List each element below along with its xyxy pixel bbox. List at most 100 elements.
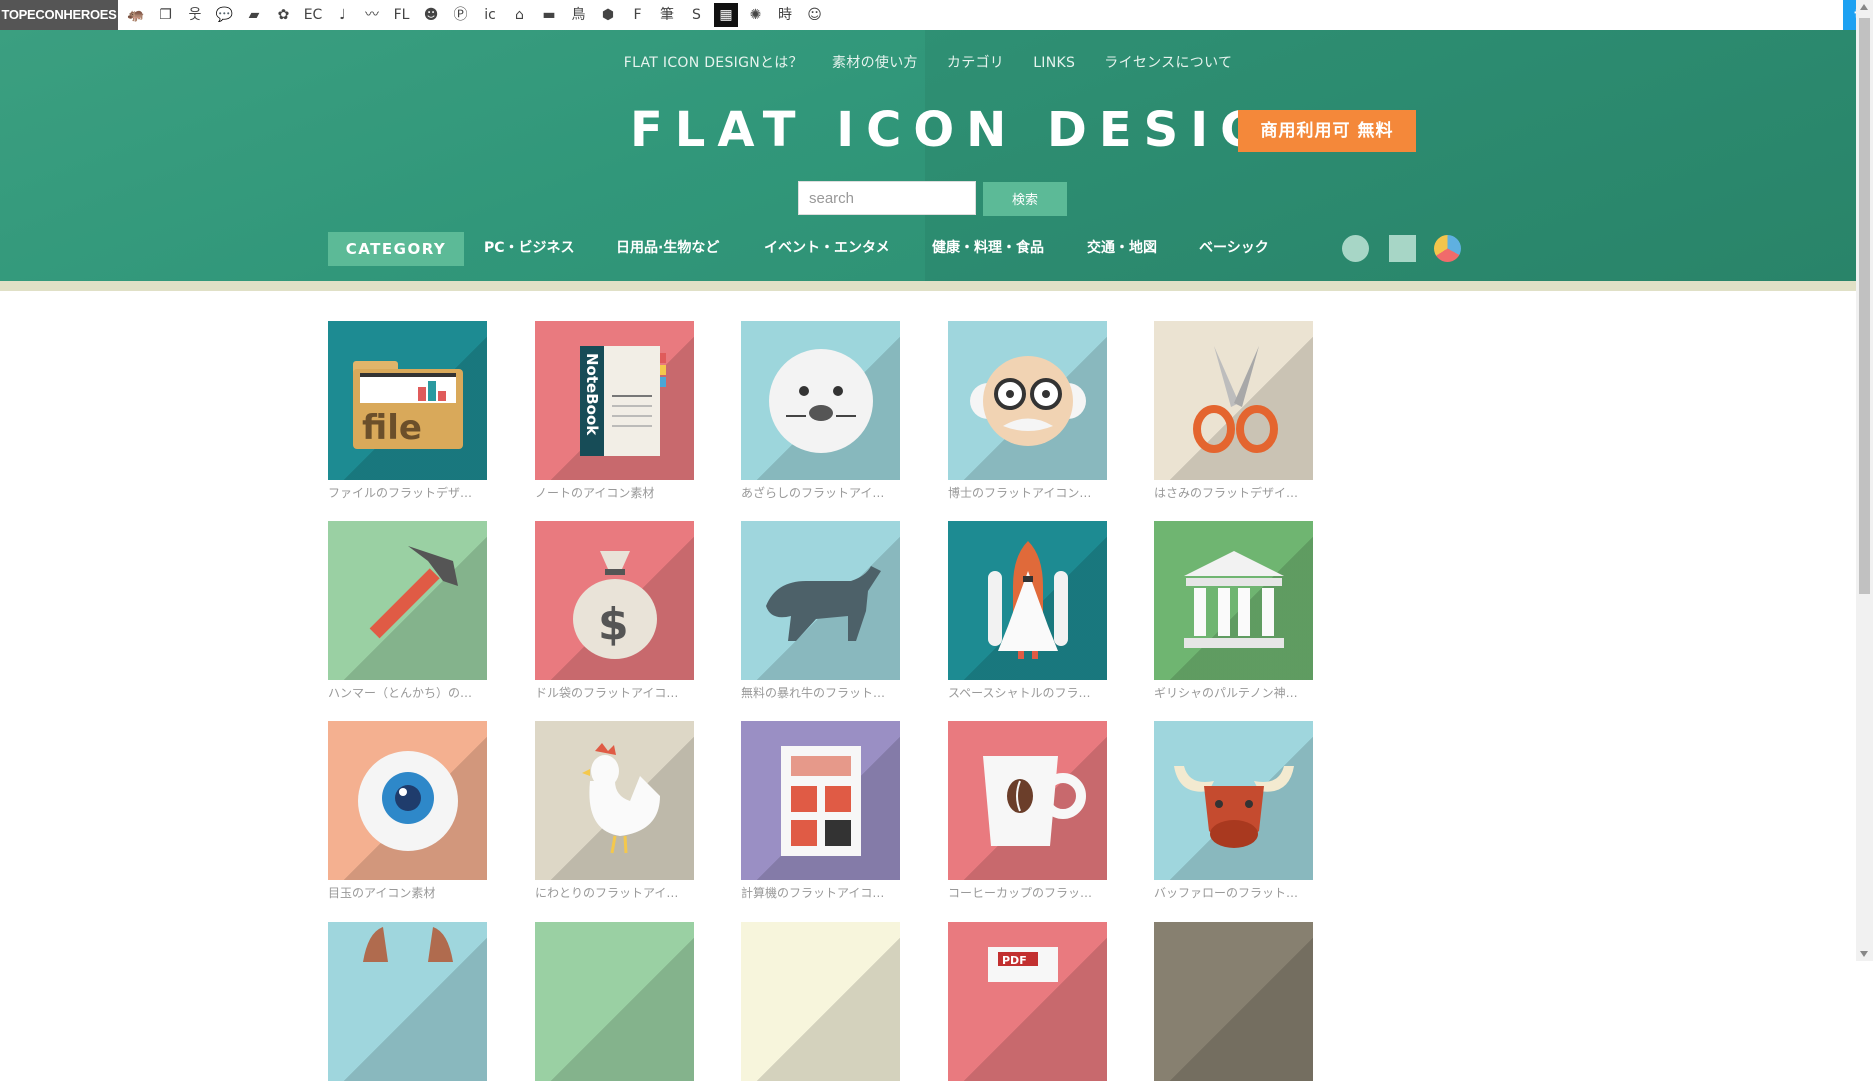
scrollbar-thumb[interactable]: [1859, 18, 1870, 594]
icon-tile[interactable]: [535, 721, 694, 880]
tile-caption[interactable]: バッファローのフラット…: [1154, 885, 1314, 901]
line-icon[interactable]: 〰: [360, 3, 384, 27]
grid-icon[interactable]: ▦: [714, 3, 738, 27]
coffee-cup-icon: [948, 721, 1107, 880]
tile-caption[interactable]: ギリシャのパルテノン神…: [1154, 685, 1314, 701]
tile-caption[interactable]: 博士のフラットアイコン…: [948, 485, 1108, 501]
sofa-icon[interactable]: ▬: [537, 3, 561, 27]
category-daily-goods[interactable]: 日用品·生物など: [616, 238, 719, 258]
tile-caption[interactable]: コーヒーカップのフラッ…: [948, 885, 1108, 901]
partial-icon: [535, 922, 694, 1081]
svg-text:file: file: [362, 408, 422, 448]
face-icon[interactable]: ☺: [803, 3, 827, 27]
search-button[interactable]: 検索: [983, 182, 1067, 216]
tile-caption[interactable]: はさみのフラットデザイ…: [1154, 485, 1314, 501]
flower-icon[interactable]: ✿: [272, 3, 296, 27]
card-icon[interactable]: ▰: [242, 3, 266, 27]
svg-text:$: $: [598, 599, 629, 650]
category-label: CATEGORY: [328, 232, 464, 266]
speech-bubble-icon[interactable]: 💬: [213, 3, 237, 27]
nav-usage[interactable]: 素材の使い方: [832, 52, 918, 72]
search-input[interactable]: [798, 181, 976, 215]
hexagon-icon[interactable]: ⬢: [596, 3, 620, 27]
smiley-icon[interactable]: ☻: [419, 3, 443, 27]
person-icon[interactable]: 웃: [183, 3, 207, 27]
pdf-icon: PDF: [948, 922, 1107, 1081]
tile-caption[interactable]: ハンマー（とんかち）の…: [328, 685, 488, 701]
icon-tile[interactable]: [328, 521, 487, 680]
time-icon[interactable]: 時: [773, 3, 797, 27]
tile-caption[interactable]: ノートのアイコン素材: [535, 485, 695, 501]
commercial-use-badge: 商用利用可 無料: [1238, 110, 1416, 152]
bird-icon[interactable]: 鳥: [567, 3, 591, 27]
site-header: FLAT ICON DESIGNとは？ 素材の使い方 カテゴリ LINKS ライ…: [0, 30, 1856, 281]
flat-icon[interactable]: FL: [390, 3, 414, 27]
calculator-icon: [741, 721, 900, 880]
circle-style-icon[interactable]: [1342, 235, 1369, 262]
bull-icon: [741, 521, 900, 680]
nav-about[interactable]: FLAT ICON DESIGNとは？: [624, 52, 803, 72]
brush-icon[interactable]: 筆: [655, 3, 679, 27]
site-logo[interactable]: FLAT ICON DESIGN: [630, 102, 1324, 158]
icon-tile[interactable]: [948, 321, 1107, 480]
icon-tile[interactable]: [948, 521, 1107, 680]
icon-tile[interactable]: [1154, 321, 1313, 480]
icon-tile[interactable]: [328, 922, 487, 1081]
square-style-icon[interactable]: [1389, 235, 1416, 262]
nav-category[interactable]: カテゴリ: [947, 52, 1004, 72]
color-style-icon[interactable]: [1434, 235, 1461, 262]
tile-caption[interactable]: 無料の暴れ牛のフラット…: [741, 685, 901, 701]
seal-icon: [741, 321, 900, 480]
icon-tile[interactable]: $: [535, 521, 694, 680]
eyeball-icon: [328, 721, 487, 880]
category-transport-map[interactable]: 交通・地図: [1087, 238, 1157, 258]
tile-caption[interactable]: あざらしのフラットアイ…: [741, 485, 901, 501]
tile-caption[interactable]: にわとりのフラットアイ…: [535, 885, 695, 901]
icon-tile[interactable]: file: [328, 321, 487, 480]
icon-tile[interactable]: PDF: [948, 922, 1107, 1081]
icon-tile[interactable]: [741, 521, 900, 680]
icon-tile[interactable]: [741, 721, 900, 880]
category-event-entertainment[interactable]: イベント・エンタメ: [764, 238, 890, 258]
scroll-up-icon[interactable]: [1860, 4, 1868, 10]
nav-links[interactable]: LINKS: [1033, 55, 1075, 71]
copy-icon[interactable]: ❐: [154, 3, 178, 27]
category-basic[interactable]: ベーシック: [1199, 238, 1269, 258]
icon-tile[interactable]: [1154, 922, 1313, 1081]
tile-caption[interactable]: ドル袋のフラットアイコ…: [535, 685, 695, 701]
partial-icon: [741, 922, 900, 1081]
header-divider: [0, 281, 1856, 291]
tile-caption[interactable]: スペースシャトルのフラ…: [948, 685, 1108, 701]
scroll-down-icon[interactable]: [1860, 951, 1868, 957]
category-health-food[interactable]: 健康・料理・食品: [932, 238, 1044, 258]
category-pc-business[interactable]: PC・ビジネス: [484, 238, 575, 258]
icon-tile[interactable]: [948, 721, 1107, 880]
tile-caption[interactable]: 目玉のアイコン素材: [328, 885, 488, 901]
p-icon[interactable]: Ⓟ: [449, 3, 473, 27]
buffalo-icon: [1154, 721, 1313, 880]
nav-license[interactable]: ライセンスについて: [1104, 52, 1232, 72]
f-icon[interactable]: F: [626, 3, 650, 27]
icon-tile[interactable]: NoteBook: [535, 321, 694, 480]
icon-tile[interactable]: [328, 721, 487, 880]
horns-icon: [328, 922, 487, 1081]
ec-icon[interactable]: EC: [301, 3, 325, 27]
icon-tile[interactable]: [1154, 521, 1313, 680]
building-icon[interactable]: ⌂: [508, 3, 532, 27]
icon-text-icon[interactable]: ic: [478, 3, 502, 27]
professor-icon: [948, 321, 1107, 480]
icon-tile[interactable]: [741, 321, 900, 480]
space-shuttle-icon: [948, 521, 1107, 680]
tile-caption[interactable]: 計算機のフラットアイコ…: [741, 885, 901, 901]
topeconheroes-logo[interactable]: TOPECONHEROES: [0, 0, 118, 30]
icon-tile[interactable]: [741, 922, 900, 1081]
scrollbar[interactable]: [1856, 0, 1873, 961]
hippo-icon[interactable]: 🦛: [124, 3, 148, 27]
icon-tile[interactable]: [1154, 721, 1313, 880]
icon-tile[interactable]: [535, 922, 694, 1081]
tile-caption[interactable]: ファイルのフラットデザ…: [328, 485, 488, 501]
header-nav: FLAT ICON DESIGNとは？ 素材の使い方 カテゴリ LINKS ライ…: [0, 52, 1856, 72]
burst-icon[interactable]: ✺: [744, 3, 768, 27]
s-icon[interactable]: S: [685, 3, 709, 27]
music-note-icon[interactable]: ♩: [331, 3, 355, 27]
